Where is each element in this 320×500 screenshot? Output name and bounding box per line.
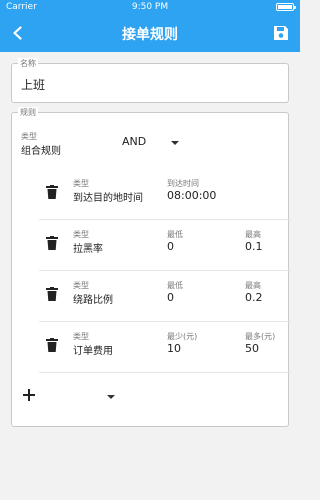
name-field-value[interactable]: 上班 xyxy=(21,76,45,93)
rule-type-caption: 类型 xyxy=(73,230,89,239)
rule-row: 类型 绕路比例 最低 0 最高 0.2 xyxy=(39,271,291,322)
rule-type-value[interactable]: 到达目的地时间 xyxy=(73,189,143,204)
rule-type-caption: 类型 xyxy=(73,281,89,290)
combine-type-caption: 类型 xyxy=(21,132,37,141)
battery-icon xyxy=(276,3,296,11)
rule-type-value[interactable]: 订单费用 xyxy=(73,342,113,357)
rule-param2-value[interactable]: 0.1 xyxy=(245,240,263,253)
combine-operator-select[interactable]: AND xyxy=(122,135,146,148)
rule-param2-value[interactable]: 0.2 xyxy=(245,291,263,304)
name-field[interactable]: 名称 上班 xyxy=(11,58,289,103)
rule-row: 类型 拉黑率 最低 0 最高 0.1 xyxy=(39,220,291,271)
save-button[interactable] xyxy=(272,24,290,42)
plus-icon[interactable] xyxy=(22,388,36,402)
rule-row: 类型 订单费用 最少(元) 10 最多(元) 50 xyxy=(39,322,291,373)
trash-icon[interactable] xyxy=(46,185,58,199)
rule-param1-value[interactable]: 10 xyxy=(167,342,181,355)
rule-param1-value[interactable]: 0 xyxy=(167,291,174,304)
rule-param1-caption: 到达时间 xyxy=(167,179,199,188)
rule-type-caption: 类型 xyxy=(73,179,89,188)
trash-icon[interactable] xyxy=(46,236,58,250)
rule-param2-caption: 最多(元) xyxy=(245,332,276,341)
add-rule-type-dropdown[interactable] xyxy=(107,395,115,399)
rule-row: 类型 到达目的地时间 到达时间 08:00:00 xyxy=(39,169,291,220)
page-title: 接单规则 xyxy=(122,27,178,43)
combine-type-label: 组合规则 xyxy=(21,146,61,157)
rule-type-caption: 类型 xyxy=(73,332,89,341)
rule-type-value[interactable]: 拉黑率 xyxy=(73,240,103,255)
trash-icon[interactable] xyxy=(46,338,58,352)
caret-down-icon[interactable] xyxy=(171,141,179,145)
app-bar: 接单规则 xyxy=(0,14,300,52)
name-field-label: 名称 xyxy=(18,58,38,69)
status-time: 9:50 PM xyxy=(131,2,169,12)
trash-icon[interactable] xyxy=(46,287,58,301)
rule-param2-value[interactable]: 50 xyxy=(245,342,259,355)
rule-type-value[interactable]: 绕路比例 xyxy=(73,291,113,306)
rule-param2-caption: 最高 xyxy=(245,230,261,239)
rule-param1-caption: 最低 xyxy=(167,230,183,239)
rule-param1-caption: 最低 xyxy=(167,281,183,290)
status-bar: Carrier 9:50 PM xyxy=(0,0,300,14)
rules-section: 规则 类型 组合规则 AND 类型 到达目的地时间 到达时间 08:00:00 … xyxy=(11,107,291,427)
rule-param1-value[interactable]: 08:00:00 xyxy=(167,189,216,202)
rules-section-label: 规则 xyxy=(18,107,38,118)
save-icon xyxy=(274,26,288,40)
rule-param2-caption: 最高 xyxy=(245,281,261,290)
rule-param1-value[interactable]: 0 xyxy=(167,240,174,253)
rule-param1-caption: 最少(元) xyxy=(167,332,198,341)
